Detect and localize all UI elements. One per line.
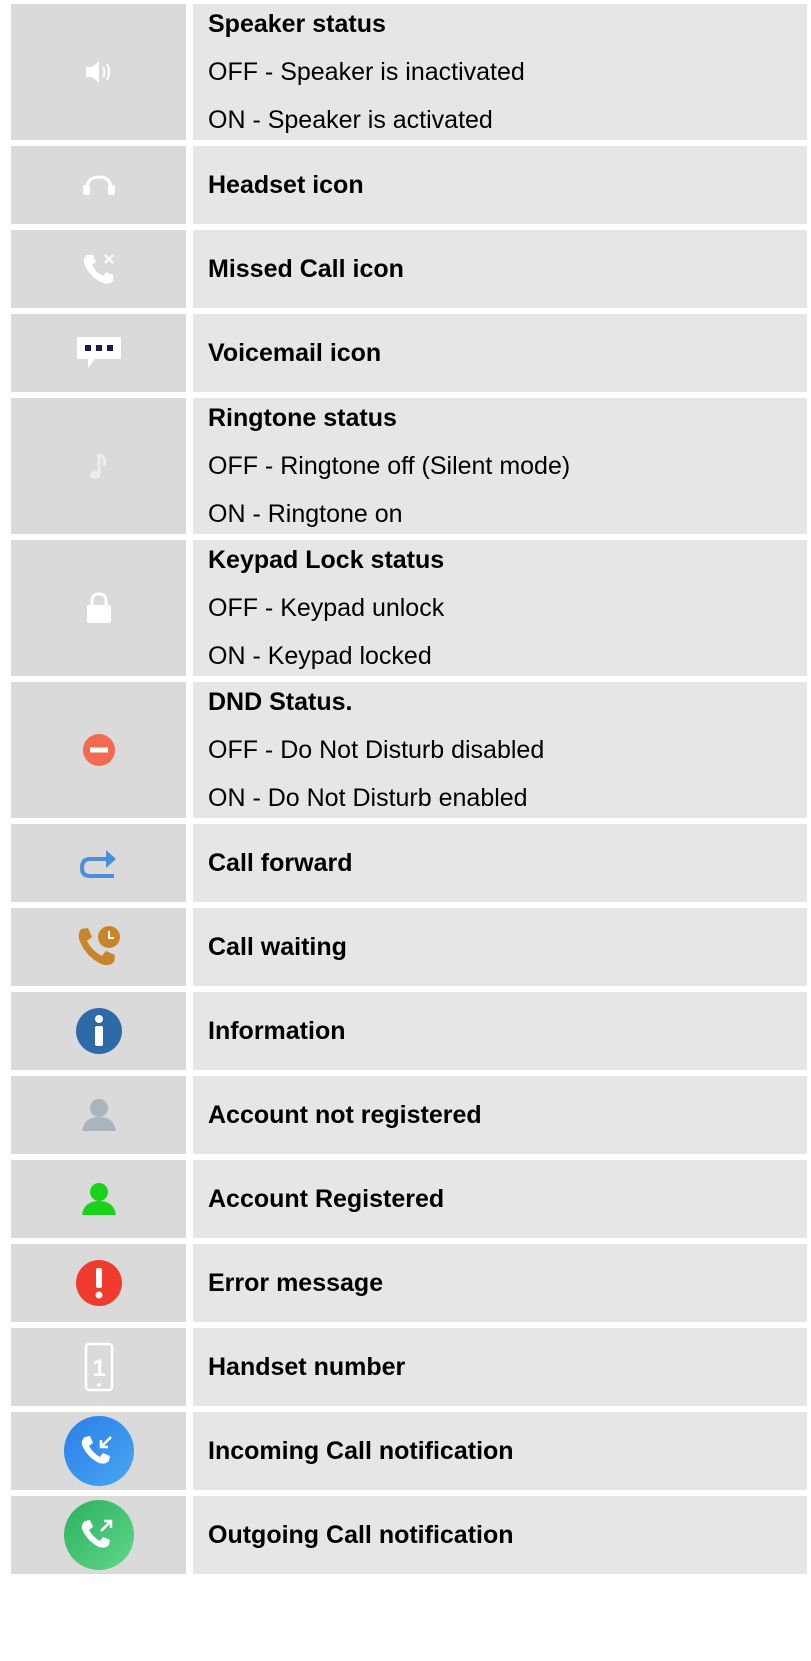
description-cell: Account not registered — [193, 1076, 807, 1154]
row-title: Keypad Lock status — [208, 546, 445, 574]
table-row: Voicemail icon — [11, 314, 807, 392]
outgoing-call-icon — [63, 1500, 134, 1570]
table-row: Outgoing Call notification — [11, 1496, 807, 1574]
description-cell: Voicemail icon — [193, 314, 807, 392]
row-title: Handset number — [208, 1353, 406, 1381]
icon-cell — [11, 4, 186, 140]
table-row: Account Registered — [11, 1160, 807, 1238]
table-row: Incoming Call notification — [11, 1412, 807, 1490]
table-row: Speaker status OFF - Speaker is inactiva… — [11, 4, 807, 140]
row-title: Account Registered — [208, 1185, 445, 1213]
handset-number-label: 1 — [92, 1355, 105, 1382]
description-cell: Handset number — [193, 1328, 807, 1406]
description-cell: Call waiting — [193, 908, 807, 986]
description-cell: Information — [193, 992, 807, 1070]
account-not-registered-icon — [81, 1099, 116, 1131]
row-title: Account not registered — [208, 1101, 482, 1129]
description-cell: Outgoing Call notification — [193, 1496, 807, 1574]
row-title: Headset icon — [208, 171, 364, 199]
icon-cell — [11, 682, 186, 818]
row-line: ON - Do Not Disturb enabled — [208, 784, 528, 812]
table-row: Ringtone status OFF - Ringtone off (Sile… — [11, 398, 807, 534]
description-cell: Ringtone status OFF - Ringtone off (Sile… — [193, 398, 807, 534]
icon-cell — [11, 1244, 186, 1322]
description-cell: Missed Call icon — [193, 230, 807, 308]
icon-cell — [11, 230, 186, 308]
row-line: OFF - Speaker is inactivated — [208, 58, 525, 86]
incoming-call-icon — [63, 1416, 134, 1486]
dnd-icon — [82, 734, 115, 766]
row-title: Call forward — [208, 849, 353, 877]
information-icon — [75, 1008, 122, 1054]
row-line: OFF - Do Not Disturb disabled — [208, 736, 545, 764]
row-title: Information — [208, 1017, 346, 1045]
description-cell: Speaker status OFF - Speaker is inactiva… — [193, 4, 807, 140]
description-cell: Keypad Lock status OFF - Keypad unlock O… — [193, 540, 807, 676]
speaker-icon — [85, 61, 110, 83]
handset-number-icon: 1 — [84, 1342, 113, 1392]
icon-cell — [11, 1160, 186, 1238]
table-row: Missed Call icon — [11, 230, 807, 308]
icon-cell — [11, 1496, 186, 1574]
table-row: Headset icon — [11, 146, 807, 224]
row-title: Error message — [208, 1269, 384, 1297]
row-title: Call waiting — [208, 933, 347, 961]
headset-icon — [82, 175, 115, 195]
row-title: DND Status. — [208, 688, 353, 716]
icon-cell: 1 — [11, 1328, 186, 1406]
table-row: Account not registered — [11, 1076, 807, 1154]
lock-icon — [86, 592, 111, 623]
table-row: Call waiting — [11, 908, 807, 986]
table-row: 1 Handset number — [11, 1328, 807, 1406]
description-cell: Headset icon — [193, 146, 807, 224]
table-row: Keypad Lock status OFF - Keypad unlock O… — [11, 540, 807, 676]
call-forward-icon — [79, 850, 116, 878]
icon-cell — [11, 992, 186, 1070]
ringtone-icon — [89, 452, 106, 479]
row-line: OFF - Keypad unlock — [208, 594, 445, 622]
missed-call-icon — [83, 254, 114, 284]
account-registered-icon — [81, 1183, 116, 1215]
row-title: Incoming Call notification — [208, 1437, 514, 1465]
table-row: Error message — [11, 1244, 807, 1322]
row-line: OFF - Ringtone off (Silent mode) — [208, 452, 571, 480]
icon-cell — [11, 824, 186, 902]
icon-cell — [11, 314, 186, 392]
icon-table: Speaker status OFF - Speaker is inactiva… — [11, 4, 807, 1580]
icon-cell — [11, 398, 186, 534]
icon-cell — [11, 540, 186, 676]
description-cell: Call forward — [193, 824, 807, 902]
row-line: ON - Keypad locked — [208, 642, 432, 670]
icon-cell — [11, 1076, 186, 1154]
description-cell: Incoming Call notification — [193, 1412, 807, 1490]
table-row: DND Status. OFF - Do Not Disturb disable… — [11, 682, 807, 818]
icon-cell — [11, 908, 186, 986]
row-title: Voicemail icon — [208, 339, 382, 367]
row-title: Missed Call icon — [208, 255, 404, 283]
table-row: Call forward — [11, 824, 807, 902]
row-line: ON - Speaker is activated — [208, 106, 493, 134]
row-line: ON - Ringtone on — [208, 500, 403, 528]
table-row: Information — [11, 992, 807, 1070]
row-title: Ringtone status — [208, 404, 397, 432]
error-icon — [75, 1260, 122, 1306]
call-waiting-icon — [78, 926, 120, 966]
row-title: Speaker status — [208, 10, 386, 38]
voicemail-icon — [76, 337, 121, 368]
icon-cell — [11, 1412, 186, 1490]
row-title: Outgoing Call notification — [208, 1521, 514, 1549]
description-cell: Account Registered — [193, 1160, 807, 1238]
description-cell: DND Status. OFF - Do Not Disturb disable… — [193, 682, 807, 818]
description-cell: Error message — [193, 1244, 807, 1322]
icon-cell — [11, 146, 186, 224]
